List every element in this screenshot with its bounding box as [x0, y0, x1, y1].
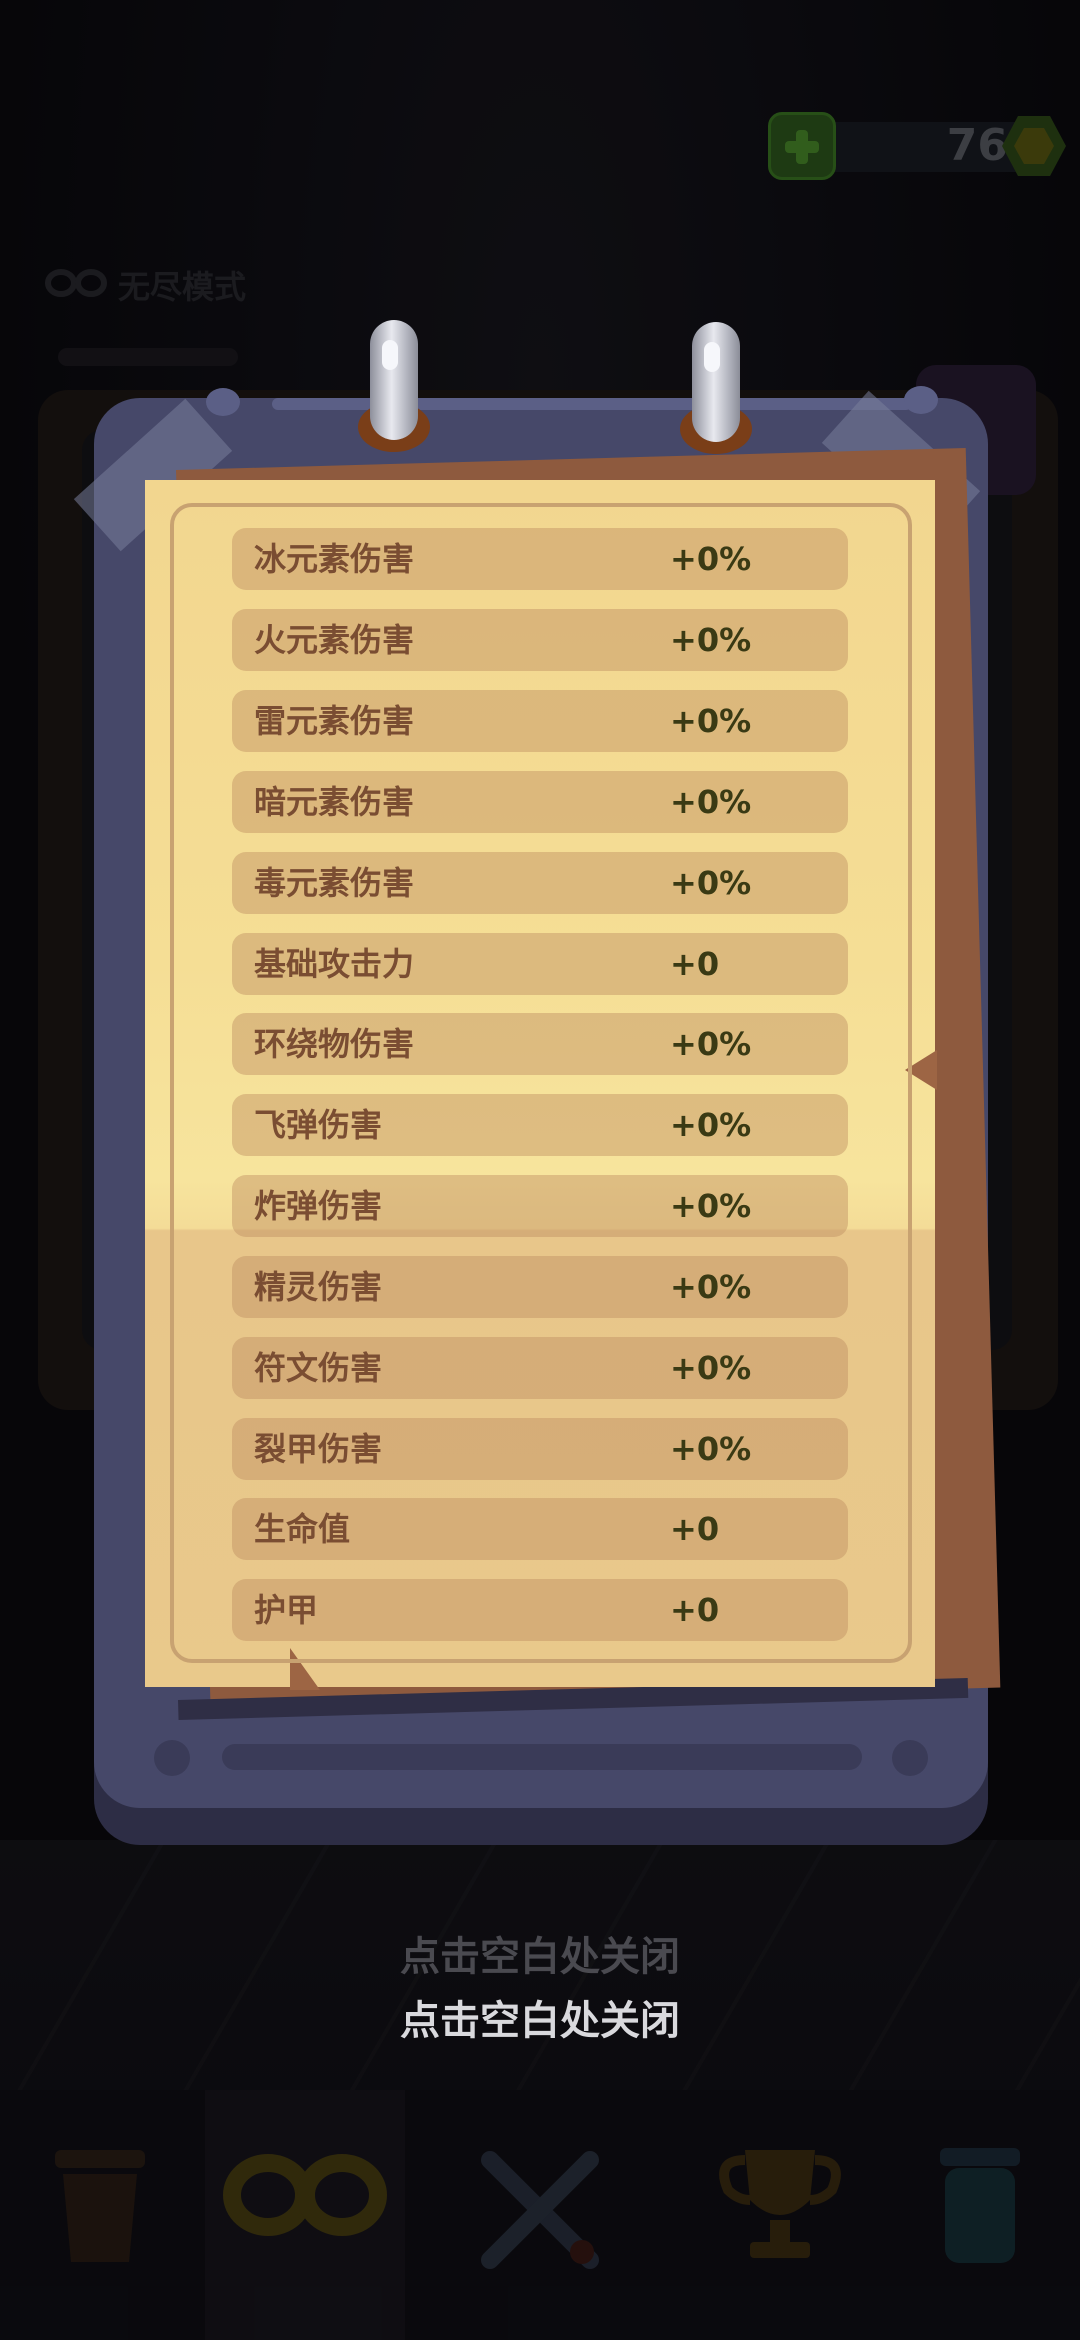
ring-metal — [692, 322, 740, 442]
stat-name: 炸弹伤害 — [254, 1187, 383, 1225]
stat-row: 炸弹伤害 +0% — [232, 1175, 848, 1237]
ring-shine — [382, 340, 398, 370]
stat-row: 符文伤害 +0% — [232, 1337, 848, 1399]
stat-name: 火元素伤害 — [254, 621, 415, 659]
stat-value: +0% — [670, 1187, 752, 1225]
stat-row: 生命值 +0 — [232, 1498, 848, 1560]
stat-value: +0% — [670, 1430, 752, 1468]
board-notch-left — [206, 388, 240, 416]
stat-name: 飞弹伤害 — [254, 1106, 383, 1144]
stat-value: +0 — [670, 1510, 720, 1548]
stat-name: 精灵伤害 — [254, 1268, 383, 1306]
board-screw-right — [892, 1740, 928, 1776]
stat-value: +0% — [670, 1268, 752, 1306]
stat-value: +0% — [670, 1349, 752, 1387]
stat-value: +0% — [670, 621, 752, 659]
stat-row: 飞弹伤害 +0% — [232, 1094, 848, 1156]
binder-ring-left — [358, 320, 430, 452]
close-hint: 点击空白处关闭 — [400, 1998, 680, 2044]
stat-value: +0% — [670, 540, 752, 578]
stat-row: 护甲 +0 — [232, 1579, 848, 1641]
stat-name: 护甲 — [254, 1591, 319, 1629]
stat-row: 雷元素伤害 +0% — [232, 690, 848, 752]
game-screen: 76 无尽模式 冰元素伤害 +0% 火元素伤害 +0% 雷元素伤害 +0% 暗元… — [0, 0, 1080, 2340]
stat-row: 基础攻击力 +0 — [232, 933, 848, 995]
stat-row: 冰元素伤害 +0% — [232, 528, 848, 590]
ring-metal — [370, 320, 418, 440]
stat-row: 精灵伤害 +0% — [232, 1256, 848, 1318]
stat-value: +0% — [670, 864, 752, 902]
stat-name: 裂甲伤害 — [254, 1430, 383, 1468]
stat-name: 符文伤害 — [254, 1349, 383, 1387]
stat-value: +0% — [670, 783, 752, 821]
stat-name: 冰元素伤害 — [254, 540, 415, 578]
stat-value: +0 — [670, 945, 720, 983]
stat-row: 暗元素伤害 +0% — [232, 771, 848, 833]
stat-row: 毒元素伤害 +0% — [232, 852, 848, 914]
stat-name: 毒元素伤害 — [254, 864, 415, 902]
stat-row: 环绕物伤害 +0% — [232, 1013, 848, 1075]
board-notch-right — [904, 386, 938, 414]
stat-value: +0% — [670, 1025, 752, 1063]
stat-name: 基础攻击力 — [254, 945, 415, 983]
stat-row: 裂甲伤害 +0% — [232, 1418, 848, 1480]
stat-name: 雷元素伤害 — [254, 702, 415, 740]
ring-shine — [704, 342, 720, 372]
paper-frame — [170, 503, 912, 1663]
stat-name: 暗元素伤害 — [254, 783, 415, 821]
stat-name: 环绕物伤害 — [254, 1025, 415, 1063]
stat-name: 生命值 — [254, 1510, 351, 1548]
stat-value: +0 — [670, 1591, 720, 1629]
board-screw-left — [154, 1740, 190, 1776]
close-hint-ghost: 点击空白处关闭 — [400, 1934, 680, 1980]
board-bottom-slot — [222, 1744, 862, 1770]
stat-row: 火元素伤害 +0% — [232, 609, 848, 671]
stat-value: +0% — [670, 1106, 752, 1144]
binder-ring-right — [680, 322, 752, 454]
stat-value: +0% — [670, 702, 752, 740]
